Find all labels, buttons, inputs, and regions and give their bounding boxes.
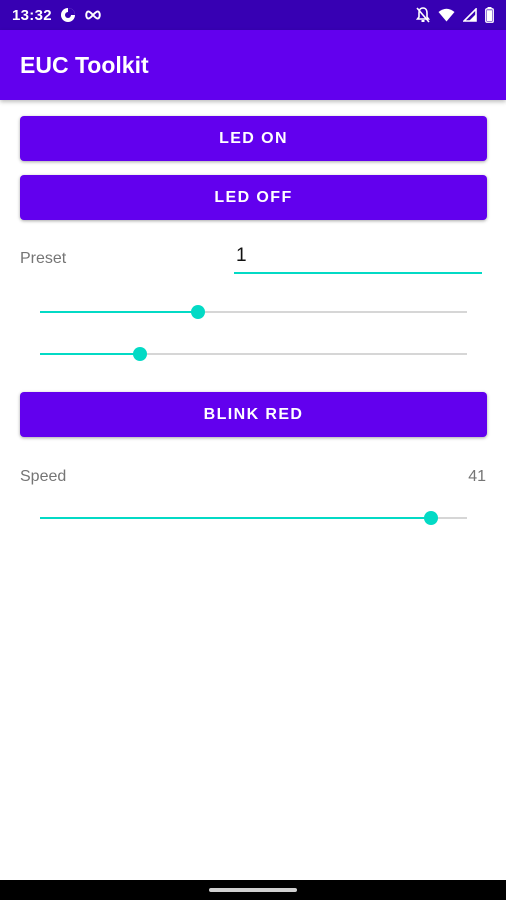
data-saver-icon xyxy=(60,7,76,23)
slider-thumb[interactable] xyxy=(423,511,438,525)
app-bar: EUC Toolkit xyxy=(0,30,506,100)
led-off-button[interactable]: LED OFF xyxy=(20,175,487,220)
status-bar: 13:32 xyxy=(0,0,506,30)
slider-fill xyxy=(40,517,431,519)
slider-fill xyxy=(40,311,198,313)
wifi-icon xyxy=(438,8,455,22)
navigation-bar xyxy=(0,880,506,900)
blink-red-button[interactable]: BLINK RED xyxy=(20,392,487,437)
speed-value: 41 xyxy=(468,468,486,485)
status-right xyxy=(416,7,494,23)
signal-icon xyxy=(463,8,477,22)
battery-icon xyxy=(485,7,494,23)
slider-thumb[interactable] xyxy=(133,347,148,361)
status-left: 13:32 xyxy=(12,7,102,24)
preset-input[interactable] xyxy=(234,240,482,274)
slider-1[interactable] xyxy=(40,302,467,322)
infinity-icon xyxy=(84,9,102,21)
app-title: EUC Toolkit xyxy=(20,51,149,78)
speed-slider[interactable] xyxy=(40,508,467,528)
home-gesture-handle[interactable] xyxy=(209,888,297,892)
slider-fill xyxy=(40,353,141,355)
status-time: 13:32 xyxy=(12,6,52,24)
speed-label: Speed xyxy=(20,468,67,485)
preset-label: Preset xyxy=(20,250,67,267)
notifications-off-icon xyxy=(416,7,430,23)
slider-2[interactable] xyxy=(40,344,467,364)
led-on-button[interactable]: LED ON xyxy=(20,116,487,161)
slider-thumb[interactable] xyxy=(190,305,205,319)
